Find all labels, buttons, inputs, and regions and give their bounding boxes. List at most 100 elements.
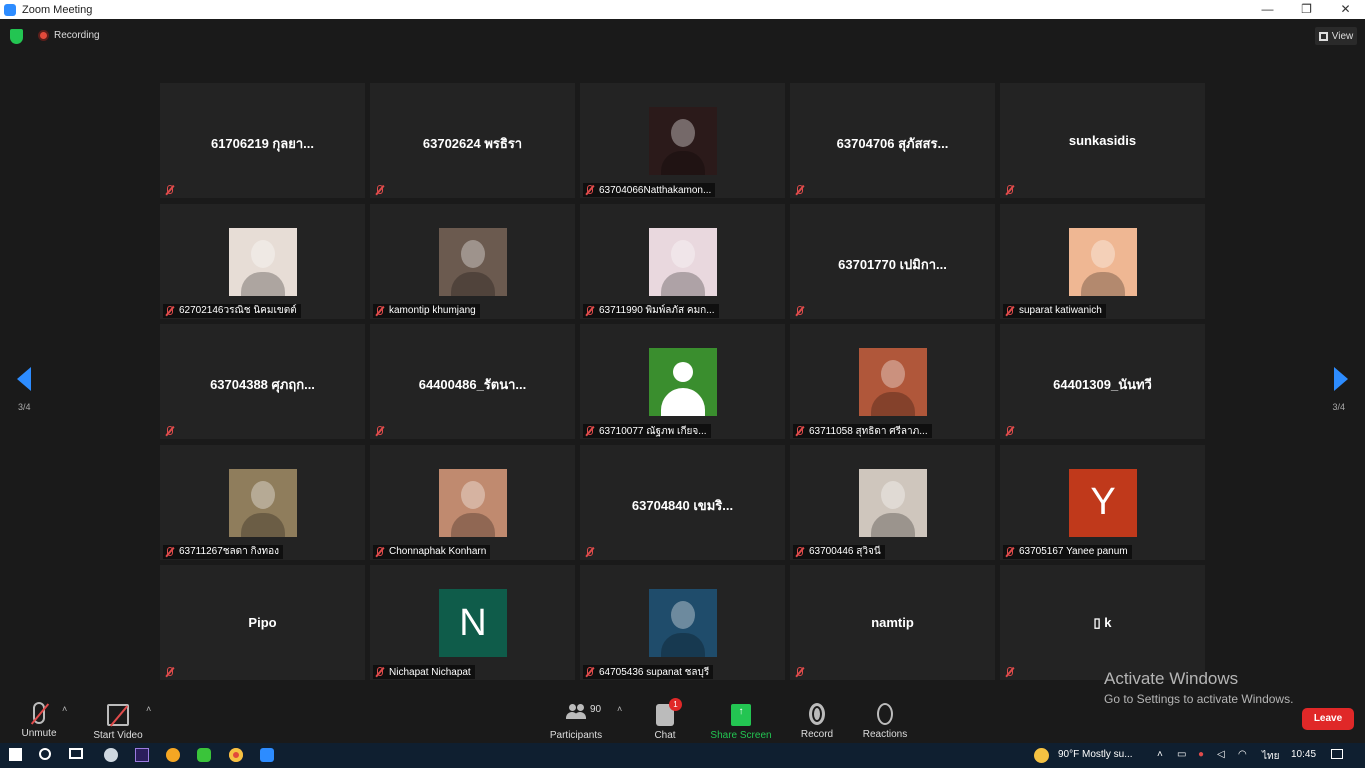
- participant-tile[interactable]: 63704706 สุภัสสร...: [790, 83, 995, 198]
- participant-name-label: [163, 424, 183, 438]
- recording-indicator[interactable]: Recording: [38, 30, 100, 41]
- video-options-caret-icon[interactable]: ˄: [146, 704, 151, 714]
- task-view-icon[interactable]: [69, 748, 83, 759]
- participant-tile[interactable]: 63700446 สุวิจนี: [790, 444, 995, 560]
- participant-tile[interactable]: kamontip khumjang: [370, 203, 575, 319]
- participant-tile[interactable]: Pipo: [160, 565, 365, 680]
- participant-name-text: 63711058 สุทธิดา ศรีลาภ...: [809, 425, 928, 437]
- participant-name-label: 63710077 ณัฐภพ เกียจ...: [583, 424, 711, 438]
- previous-page-arrow-icon[interactable]: [17, 367, 31, 391]
- muted-mic-icon: [375, 546, 384, 557]
- premiere-pro-icon[interactable]: [135, 748, 149, 762]
- leave-button[interactable]: Leave: [1302, 708, 1354, 730]
- participant-tile[interactable]: 64400486_รัตนา...: [370, 324, 575, 439]
- participant-display-name: 63704388 ศุภฤก...: [210, 377, 315, 392]
- participant-name-text: suparat katiwanich: [1019, 305, 1102, 316]
- activate-windows-watermark: Activate Windows Go to Settings to activ…: [1104, 669, 1293, 706]
- participant-name-label: 63711058 สุทธิดา ศรีลาภ...: [793, 424, 932, 438]
- notification-icon[interactable]: [1331, 749, 1343, 759]
- participant-name-label: [793, 304, 813, 318]
- browser-icon[interactable]: [166, 748, 180, 762]
- weather-text[interactable]: 90°F Mostly su...: [1058, 749, 1133, 760]
- reactions-button[interactable]: Reactions: [860, 699, 910, 740]
- start-video-button[interactable]: Start Video: [90, 699, 146, 741]
- unmute-button[interactable]: Unmute: [18, 699, 60, 739]
- participant-profile-photo: [649, 107, 717, 175]
- restore-button[interactable]: ❐: [1287, 0, 1326, 19]
- participant-tile[interactable]: 63704840 เขมริ...: [580, 444, 785, 560]
- view-button[interactable]: View: [1315, 27, 1357, 45]
- participant-tile[interactable]: 63702624 พรธิรา: [370, 83, 575, 198]
- muted-mic-icon: [1005, 546, 1014, 557]
- windows-start-icon[interactable]: [9, 748, 22, 761]
- participant-tile[interactable]: 63704388 ศุภฤก...: [160, 324, 365, 439]
- next-page-arrow-icon[interactable]: [1334, 367, 1348, 391]
- app-icon[interactable]: [104, 748, 118, 762]
- participant-tile[interactable]: 63704066Natthakamon...: [580, 83, 785, 198]
- security-tray-icon[interactable]: ●: [1198, 749, 1204, 760]
- participant-tile[interactable]: 63711058 สุทธิดา ศรีลาภ...: [790, 324, 995, 439]
- line-icon[interactable]: [197, 748, 211, 762]
- audio-options-caret-icon[interactable]: ˄: [62, 704, 67, 714]
- participant-name-label: [1003, 424, 1023, 438]
- weather-sun-icon: [1034, 748, 1049, 763]
- participant-name-text: 63705167 Yanee panum: [1019, 546, 1128, 557]
- language-indicator[interactable]: ไทย: [1262, 749, 1279, 764]
- participant-profile-photo: [859, 468, 927, 537]
- participant-name-label: [1003, 665, 1023, 679]
- share-screen-button[interactable]: ↑ Share Screen: [708, 699, 774, 741]
- participant-profile-photo: [439, 468, 507, 537]
- clock[interactable]: 10:45: [1291, 749, 1316, 760]
- network-icon[interactable]: ▭: [1177, 749, 1186, 760]
- muted-mic-icon: [585, 305, 594, 316]
- share-screen-label: Share Screen: [710, 730, 772, 741]
- muted-mic-icon: [1005, 667, 1014, 677]
- muted-mic-icon: [585, 426, 594, 436]
- muted-mic-icon: [375, 667, 384, 677]
- participant-name-label: [373, 424, 393, 438]
- participant-tile[interactable]: 64401309_นันทวี: [1000, 324, 1205, 439]
- participant-tile[interactable]: suparat katiwanich: [1000, 203, 1205, 319]
- muted-mic-icon: [375, 305, 384, 316]
- participant-display-name: 63702624 พรธิรา: [422, 136, 523, 151]
- record-button[interactable]: Record: [798, 699, 836, 740]
- participant-tile[interactable]: Chonnaphak Konharn: [370, 444, 575, 560]
- participant-tile[interactable]: Y 63705167 Yanee panum: [1000, 444, 1205, 560]
- participant-tile[interactable]: sunkasidis: [1000, 83, 1205, 198]
- participant-tile[interactable]: 63711267ชลดา กิ่งทอง: [160, 444, 365, 560]
- participant-display-name: 63701770 เปมิกา...: [838, 256, 947, 272]
- participant-name-label: [1003, 183, 1023, 197]
- chat-label: Chat: [654, 730, 676, 741]
- volume-icon[interactable]: ◁: [1217, 749, 1225, 760]
- participant-tile[interactable]: 62702146วรณิช นิคมเขตต์: [160, 203, 365, 319]
- muted-mic-icon: [585, 185, 594, 195]
- participant-tile[interactable]: 63710077 ณัฐภพ เกียจ...: [580, 324, 785, 439]
- record-icon: [809, 703, 825, 725]
- chat-unread-badge: 1: [669, 698, 682, 711]
- participant-tile[interactable]: namtip: [790, 565, 995, 680]
- chrome-icon[interactable]: [229, 748, 243, 762]
- participant-name-label: [163, 665, 183, 679]
- zoom-taskbar-icon[interactable]: [260, 748, 274, 762]
- close-button[interactable]: ✕: [1326, 0, 1365, 19]
- participants-options-caret-icon[interactable]: ˄: [617, 704, 622, 714]
- search-icon[interactable]: [39, 748, 51, 760]
- wifi-icon[interactable]: ◠: [1238, 749, 1247, 760]
- show-hidden-icons-chevron-icon[interactable]: ˄: [1157, 749, 1163, 760]
- participant-tile[interactable]: N Nichapat Nichapat: [370, 565, 575, 680]
- participant-tile[interactable]: ▯ k: [1000, 565, 1205, 680]
- participant-tile[interactable]: 64705436 supanat ชลบุรี: [580, 565, 785, 680]
- muted-mic-icon: [165, 667, 174, 677]
- participant-initial-avatar: N: [439, 589, 507, 657]
- video-gallery: 61706219 กุลยา... 63702624 พรธิรา 63704066…: [160, 83, 1205, 680]
- participant-name-text: 63704066Natthakamon...: [599, 184, 712, 196]
- participant-name-label: Nichapat Nichapat: [373, 665, 475, 679]
- security-shield-icon[interactable]: [10, 29, 23, 44]
- page-indicator-right: 3/4: [1332, 402, 1345, 412]
- minimize-button[interactable]: —: [1248, 0, 1287, 19]
- muted-mic-icon: [795, 426, 804, 436]
- participant-tile[interactable]: 63711990 พิมพ์ลภัส คมก...: [580, 203, 785, 319]
- participant-tile[interactable]: 63701770 เปมิกา...: [790, 203, 995, 319]
- participant-tile[interactable]: 61706219 กุลยา...: [160, 83, 365, 198]
- participant-profile-photo: [439, 227, 507, 296]
